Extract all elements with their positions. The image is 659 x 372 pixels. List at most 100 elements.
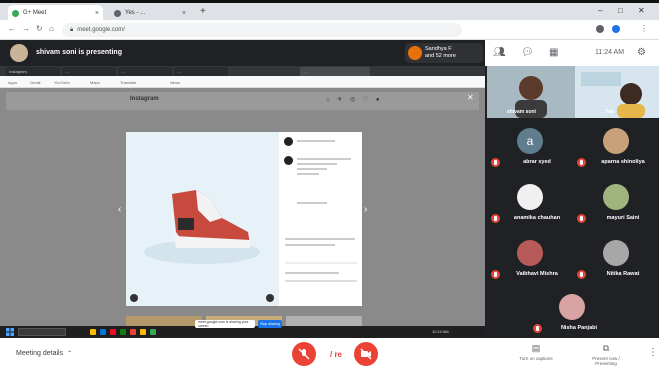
profile-icon[interactable]	[612, 25, 620, 33]
hangup-label[interactable]: / re	[330, 350, 342, 359]
new-tab-icon[interactable]: +	[200, 6, 206, 17]
instagram-page: Instagram ⌂ ✈ ◎ ♡ ● ✕ ‹ ›	[0, 88, 485, 326]
address-bar-row: ← → ↻ ⌂ 🔒︎ meet.google.com/ ⋮	[0, 20, 659, 40]
participant-tile[interactable]: Nitika Rawat	[573, 234, 659, 284]
home-icon[interactable]: ⌂	[49, 24, 54, 33]
participant-name: abrar syed	[523, 159, 551, 165]
participant-tile[interactable]: anamika chauhan	[487, 178, 574, 228]
presentation-header: shivam soni is presenting Sandhya F and …	[0, 40, 485, 66]
avatar	[517, 184, 543, 210]
tab-meet[interactable]: G+ Meet ×	[8, 5, 103, 21]
meet-favicon-icon	[12, 9, 19, 17]
panel-toolbar: 👥︎ 💬︎ ▦ 11:24 AM ⚙	[485, 40, 659, 66]
settings-icon[interactable]: ⚙	[637, 47, 646, 58]
instagram-nav-icons: ⌂ ✈ ◎ ♡ ●	[326, 97, 383, 103]
layout-icon[interactable]: ▦	[549, 47, 558, 58]
minimize-icon[interactable]: –	[598, 6, 602, 15]
thumbnail	[286, 316, 362, 326]
divider	[285, 238, 355, 240]
shared-taskbar: meet.google.com is sharing your screen S…	[0, 320, 485, 338]
shared-tab: …	[300, 67, 370, 76]
back-icon[interactable]: ←	[8, 24, 16, 33]
lock-icon: 🔒︎	[70, 26, 74, 33]
close-icon[interactable]: ×	[95, 10, 99, 17]
participant-name: Nitika Rawat	[606, 271, 640, 277]
participant-tile[interactable]: mayuri Saini	[573, 178, 659, 228]
mic-off-icon	[577, 214, 586, 223]
browser-tab-bar: G+ Meet × Yes - ... × + – □ ✕	[0, 0, 659, 21]
people-icon[interactable]: 👥︎	[493, 47, 506, 58]
sneaker-illustration	[126, 132, 278, 306]
participant-tile[interactable]: Nisha Panjabi	[529, 288, 616, 338]
close-icon[interactable]: ×	[182, 10, 186, 17]
close-window-icon[interactable]: ✕	[638, 6, 645, 15]
app-icon	[150, 329, 156, 335]
participant-name: Vaibhavi Mishra	[516, 271, 558, 277]
present-icon: ⧉	[602, 343, 610, 353]
shared-tab: …	[62, 67, 116, 76]
caption-line	[285, 244, 335, 246]
video-tile-self[interactable]: You	[575, 66, 659, 118]
caption-line	[297, 173, 319, 175]
taskbar-search	[18, 328, 66, 336]
mic-off-icon	[577, 158, 586, 167]
windows-icon	[6, 328, 14, 336]
reload-icon[interactable]: ↻	[36, 24, 43, 33]
participant-tile[interactable]: Vaibhavi Mishra	[487, 234, 574, 284]
captions-icon: ▤	[531, 343, 541, 353]
camera-off-icon	[360, 348, 372, 360]
mic-off-icon	[533, 324, 542, 333]
bookmark: Translate	[120, 80, 137, 85]
more-options-icon[interactable]: ⋮	[648, 347, 658, 358]
caption-line	[297, 163, 337, 165]
shared-tab: …	[118, 67, 172, 76]
tag-icon	[130, 294, 138, 302]
avatar	[603, 240, 629, 266]
avatar	[603, 128, 629, 154]
maximize-icon[interactable]: □	[618, 6, 623, 15]
participants-badge[interactable]: Sandhya F and 52 more	[405, 43, 483, 63]
bookmark: Maps	[90, 80, 100, 85]
camera-toggle-button[interactable]	[354, 342, 378, 366]
video-name: shivam soni	[507, 109, 536, 115]
meeting-details-label: Meeting details	[16, 350, 64, 357]
meeting-details-button[interactable]: Meeting details ⌃	[16, 350, 72, 357]
mic-off-icon	[577, 270, 586, 279]
meet-window: G+ Meet × Yes - ... × + – □ ✕ ← → ↻ ⌂ 🔒︎…	[0, 0, 659, 372]
extension-icon[interactable]	[596, 25, 604, 33]
meeting-controls-bar: Meeting details ⌃ / re ▤ Turn on captions…	[0, 338, 659, 372]
mic-toggle-button[interactable]	[292, 342, 316, 366]
video-name: You	[605, 109, 615, 115]
username-line	[297, 140, 335, 142]
clock: 11:24 AM	[595, 49, 625, 56]
chevron-left-icon: ‹	[118, 204, 122, 215]
page-favicon-icon	[114, 9, 121, 17]
participant-tile[interactable]: a abrar syed	[487, 122, 574, 172]
url-field[interactable]: 🔒︎ meet.google.com/	[62, 23, 462, 37]
participant-name: mayuri Saini	[606, 215, 640, 221]
mic-off-icon	[298, 348, 310, 360]
captions-button[interactable]: ▤ Turn on captions	[512, 343, 560, 361]
tab-title: G+ Meet	[23, 10, 47, 16]
taskbar-clock: 11:24 AM	[432, 329, 449, 334]
video-tile-presenter[interactable]: shivam soni	[487, 66, 575, 118]
avatar	[603, 184, 629, 210]
bookmark: YouTube	[54, 80, 70, 85]
present-button[interactable]: ⧉ Present now / Presenting	[582, 343, 630, 366]
avatar	[559, 294, 585, 320]
participant-name: Nisha Panjabi	[560, 325, 598, 331]
tab-other[interactable]: Yes - ... ×	[110, 5, 190, 21]
participant-tile[interactable]: aparna shinoliya	[573, 122, 659, 172]
present-label: Present now / Presenting	[592, 356, 620, 366]
caption-line	[297, 168, 327, 170]
app-icon	[120, 329, 126, 335]
caption-line	[297, 202, 327, 204]
chat-icon[interactable]: 💬︎	[521, 47, 534, 58]
chrome-icon	[130, 329, 136, 335]
bookmark: Apps	[8, 80, 18, 85]
menu-icon[interactable]: ⋮	[640, 24, 648, 33]
edge-icon	[100, 329, 106, 335]
captions-label: Turn on captions	[519, 356, 553, 361]
mic-off-icon	[491, 270, 500, 279]
forward-icon[interactable]: →	[22, 24, 30, 33]
